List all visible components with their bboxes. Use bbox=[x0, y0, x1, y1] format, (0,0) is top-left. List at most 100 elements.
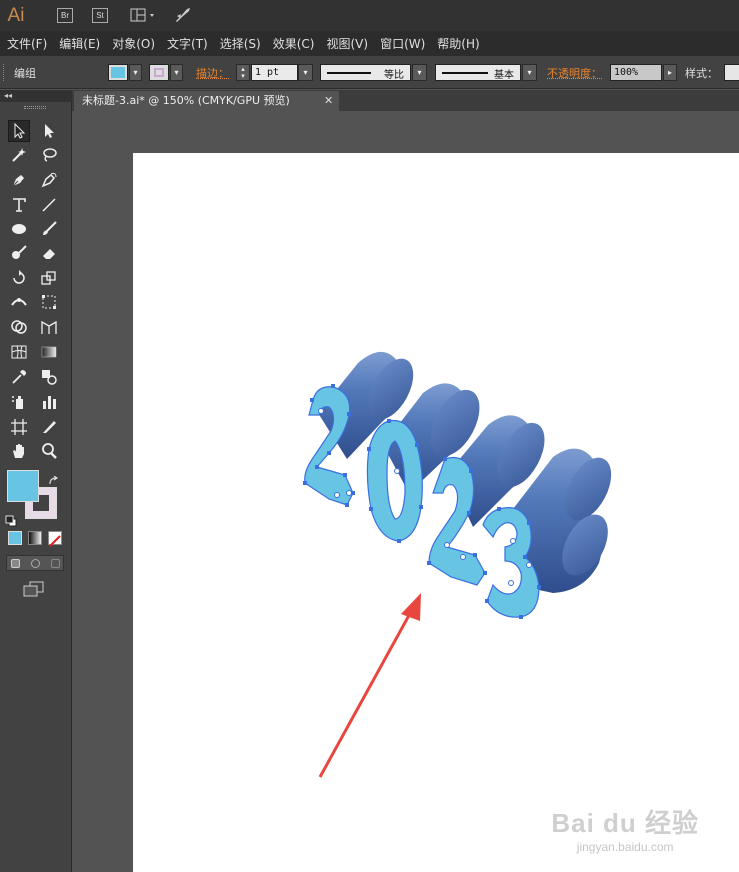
eraser-tool[interactable] bbox=[38, 242, 60, 264]
draw-mode-group bbox=[6, 555, 64, 571]
rotate-tool[interactable] bbox=[8, 267, 30, 289]
gradient-tool[interactable] bbox=[38, 341, 60, 363]
column-graph-icon bbox=[40, 393, 58, 411]
default-fill-stroke-button[interactable] bbox=[5, 512, 17, 524]
graphic-style-swatch[interactable] bbox=[724, 64, 739, 81]
stroke-weight-dropdown[interactable]: ▾ bbox=[298, 64, 313, 81]
lasso-tool[interactable] bbox=[38, 144, 60, 166]
mesh-tool[interactable] bbox=[8, 341, 30, 363]
zoom-magnifier-icon bbox=[40, 442, 58, 460]
slice-tool[interactable] bbox=[38, 416, 60, 438]
opacity-panel-link[interactable]: 不透明度： bbox=[547, 65, 602, 81]
selection-tool[interactable] bbox=[8, 120, 30, 142]
brush-dropdown[interactable]: ▾ bbox=[522, 64, 537, 81]
draw-behind-button[interactable] bbox=[31, 559, 40, 568]
shape-builder-tool[interactable] bbox=[8, 316, 30, 338]
lasso-icon bbox=[40, 146, 58, 164]
stroke-panel-link[interactable]: 描边： bbox=[196, 65, 229, 81]
layout-icon bbox=[130, 8, 158, 23]
menu-select[interactable]: 选择(S) bbox=[220, 35, 261, 52]
stroke-weight-field[interactable]: 1 pt bbox=[251, 64, 298, 81]
artboard-tool[interactable] bbox=[8, 416, 30, 438]
color-mode-button[interactable] bbox=[8, 531, 22, 545]
shape-builder-icon bbox=[10, 318, 28, 336]
pen-tool[interactable] bbox=[8, 169, 30, 191]
default-colors-icon bbox=[5, 515, 17, 527]
watermark-brand: Bai du 经验 bbox=[551, 803, 699, 840]
opacity-field[interactable]: 100% bbox=[610, 64, 662, 81]
eyedropper-tool[interactable] bbox=[8, 366, 30, 388]
symbol-sprayer-icon bbox=[10, 393, 28, 411]
hand-tool[interactable] bbox=[8, 440, 30, 462]
annotation-arrow bbox=[320, 593, 421, 777]
symbol-sprayer-tool[interactable] bbox=[8, 391, 30, 413]
document-tab[interactable]: 未标题-3.ai* @ 150% (CMYK/GPU 预览) ✕ bbox=[74, 91, 339, 111]
menu-help[interactable]: 帮助(H) bbox=[437, 35, 479, 52]
scale-icon bbox=[40, 269, 58, 287]
direct-selection-tool[interactable] bbox=[38, 120, 60, 142]
type-tool[interactable] bbox=[8, 194, 30, 216]
screen-mode-button[interactable] bbox=[22, 581, 46, 597]
pen-icon bbox=[10, 171, 28, 189]
workspace-layout-button[interactable] bbox=[130, 8, 158, 23]
menu-type[interactable]: 文字(T) bbox=[167, 35, 208, 52]
gpu-performance-button[interactable] bbox=[173, 6, 193, 24]
stroke-weight-stepper[interactable]: ▴ ▾ bbox=[236, 64, 250, 81]
swap-fill-stroke-button[interactable] bbox=[48, 471, 60, 481]
control-bar-grip[interactable] bbox=[3, 64, 6, 81]
draw-inside-button[interactable] bbox=[51, 559, 60, 568]
gradient-mode-button[interactable] bbox=[28, 531, 42, 545]
selection-arrow-icon bbox=[10, 122, 28, 140]
close-tab-button[interactable]: ✕ bbox=[324, 91, 338, 111]
variable-width-profile[interactable]: 等比 bbox=[320, 64, 411, 81]
illustrator-window: Ai Br St 文件(F) 编辑(E) 对象(O) 文字(T) 选择(S) 效… bbox=[0, 0, 739, 872]
profile-dropdown[interactable]: ▾ bbox=[412, 64, 427, 81]
slice-knife-icon bbox=[40, 418, 58, 436]
mesh-icon bbox=[10, 343, 28, 361]
menu-edit[interactable]: 编辑(E) bbox=[59, 35, 100, 52]
fill-color-box[interactable] bbox=[7, 470, 39, 502]
opacity-expand-button[interactable]: ▸ bbox=[663, 64, 677, 81]
column-graph-tool[interactable] bbox=[38, 391, 60, 413]
blob-brush-tool[interactable] bbox=[8, 242, 30, 264]
draw-normal-button[interactable] bbox=[11, 559, 20, 568]
zoom-tool[interactable] bbox=[38, 440, 60, 462]
canvas-workspace[interactable]: Bai du 经验 jingyan.baidu.com bbox=[73, 111, 739, 872]
line-segment-tool[interactable] bbox=[38, 194, 60, 216]
app-bar: Ai Br St bbox=[0, 0, 739, 31]
ellipse-tool[interactable] bbox=[8, 218, 30, 240]
artboard[interactable]: Bai du 经验 jingyan.baidu.com bbox=[133, 153, 739, 872]
menu-file[interactable]: 文件(F) bbox=[7, 35, 47, 52]
menu-view[interactable]: 视图(V) bbox=[326, 35, 368, 52]
menu-effect[interactable]: 效果(C) bbox=[273, 35, 315, 52]
tools-panel-collapse-button[interactable]: ◂◂ bbox=[0, 90, 72, 102]
stroke-dropdown-button[interactable]: ▾ bbox=[170, 64, 183, 81]
curvature-pen-icon bbox=[40, 171, 58, 189]
perspective-grid-tool[interactable] bbox=[38, 316, 60, 338]
scale-tool[interactable] bbox=[38, 267, 60, 289]
screen-mode-icon bbox=[22, 581, 46, 597]
curvature-tool[interactable] bbox=[38, 169, 60, 191]
menu-window[interactable]: 窗口(W) bbox=[380, 35, 425, 52]
menu-object[interactable]: 对象(O) bbox=[112, 35, 155, 52]
menu-bar: 文件(F) 编辑(E) 对象(O) 文字(T) 选择(S) 效果(C) 视图(V… bbox=[0, 31, 739, 56]
stroke-color-swatch[interactable] bbox=[149, 64, 169, 81]
brush-definition[interactable]: 基本 bbox=[435, 64, 521, 81]
direct-selection-icon bbox=[40, 122, 58, 140]
fill-color-swatch[interactable] bbox=[108, 64, 128, 81]
paintbrush-tool[interactable] bbox=[38, 218, 60, 240]
fill-dropdown-button[interactable]: ▾ bbox=[129, 64, 142, 81]
document-tab-bar: 未标题-3.ai* @ 150% (CMYK/GPU 预览) ✕ bbox=[72, 90, 739, 111]
blend-tool[interactable] bbox=[38, 366, 60, 388]
blob-brush-icon bbox=[10, 244, 28, 262]
extrusion-2023-3d-text[interactable] bbox=[303, 351, 621, 619]
magic-wand-tool[interactable] bbox=[8, 144, 30, 166]
stock-button[interactable]: St bbox=[92, 8, 108, 23]
free-transform-tool[interactable] bbox=[38, 291, 60, 313]
free-transform-icon bbox=[40, 293, 58, 311]
bridge-button[interactable]: Br bbox=[57, 8, 73, 23]
width-tool[interactable] bbox=[8, 291, 30, 313]
tools-panel-grip[interactable] bbox=[24, 106, 46, 109]
blend-icon bbox=[40, 368, 58, 386]
none-mode-button[interactable] bbox=[48, 531, 62, 545]
